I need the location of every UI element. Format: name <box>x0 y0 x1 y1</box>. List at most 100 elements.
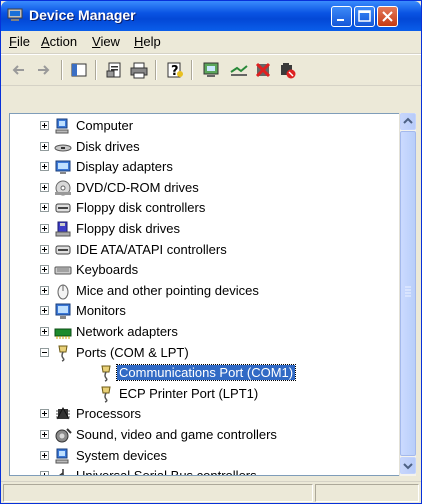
expand-plus-icon[interactable] <box>40 182 49 192</box>
expand-plus-icon[interactable] <box>40 306 49 316</box>
title-bar[interactable]: Device Manager <box>1 1 421 31</box>
expand-plus-icon[interactable] <box>40 265 49 275</box>
scroll-up-button[interactable] <box>400 113 416 130</box>
port-icon <box>101 386 111 403</box>
scan-hardware-icon[interactable] <box>201 60 221 80</box>
tree-item[interactable]: Sound, video and game controllers <box>10 425 400 445</box>
disable-icon[interactable] <box>277 60 297 80</box>
tree-item[interactable]: Monitors <box>10 301 400 321</box>
tree-item-label[interactable]: Mice and other pointing devices <box>76 283 259 298</box>
tree-item[interactable]: Network adapters <box>10 322 400 342</box>
tree-item[interactable]: Display adapters <box>10 157 400 177</box>
tree-item-label[interactable]: Computer <box>76 118 133 133</box>
show-hide-console-tree-icon[interactable] <box>69 60 89 80</box>
display-adapter-icon <box>55 160 71 175</box>
svg-text:?: ? <box>171 64 179 79</box>
toolbar-separator <box>191 60 193 80</box>
expand-plus-icon[interactable] <box>40 121 49 130</box>
tree-item[interactable]: Disk drives <box>10 137 400 157</box>
monitor-icon <box>55 303 71 320</box>
expand-plus-icon[interactable] <box>40 162 49 172</box>
tree-item[interactable]: Computer <box>10 116 400 136</box>
tree-item-label[interactable]: IDE ATA/ATAPI controllers <box>76 242 227 257</box>
print-icon[interactable] <box>129 60 149 80</box>
tree-item-label[interactable]: System devices <box>76 448 167 463</box>
scroll-down-button[interactable] <box>400 457 416 474</box>
tree-item-label[interactable]: Processors <box>76 406 141 421</box>
tree-item[interactable]: IDE ATA/ATAPI controllers <box>10 240 400 260</box>
window-title: Device Manager <box>29 7 136 23</box>
tree-item-label[interactable]: Disk drives <box>76 139 140 154</box>
menu-view[interactable]: View <box>92 34 120 49</box>
expand-plus-icon[interactable] <box>40 450 49 460</box>
collapse-minus-icon[interactable] <box>40 347 49 357</box>
help-icon[interactable]: ? <box>165 60 185 80</box>
tree-item[interactable]: Floppy disk drives <box>10 219 400 239</box>
tree-item[interactable]: Keyboards <box>10 260 400 280</box>
grip-icon <box>405 286 411 297</box>
expand-plus-icon[interactable] <box>40 409 49 419</box>
uninstall-icon[interactable] <box>253 60 273 80</box>
tree-item-label[interactable]: Communications Port (COM1) <box>115 364 297 382</box>
tree-item-label[interactable]: Ports (COM & LPT) <box>76 345 189 360</box>
toolbar: ? <box>1 54 421 86</box>
forward-arrow-icon[interactable] <box>33 60 53 80</box>
controller-icon <box>55 203 71 213</box>
chevron-up-icon <box>403 117 413 124</box>
minimize-button[interactable] <box>331 6 352 27</box>
expand-plus-icon[interactable] <box>40 471 49 475</box>
toolbar-separator <box>61 60 63 80</box>
tree-item[interactable]: ECP Printer Port (LPT1) <box>10 384 400 404</box>
menu-file-accel: F <box>9 34 17 49</box>
menu-action[interactable]: Action <box>41 34 77 49</box>
tree-item-label[interactable]: Floppy disk drives <box>76 221 180 236</box>
expand-plus-icon[interactable] <box>40 244 49 254</box>
chevron-down-icon <box>403 463 413 470</box>
maximize-icon <box>358 10 371 22</box>
properties-icon[interactable] <box>105 60 125 80</box>
tree-item-label[interactable]: DVD/CD-ROM drives <box>76 180 199 195</box>
tree-item[interactable]: Processors <box>10 404 400 424</box>
tree-item-label[interactable]: Network adapters <box>76 324 178 339</box>
menu-help[interactable]: Help <box>134 34 161 49</box>
tree-item-label[interactable]: Floppy disk controllers <box>76 200 205 215</box>
expand-plus-icon[interactable] <box>40 327 49 336</box>
controller-icon <box>55 245 71 255</box>
tree-item[interactable]: Ports (COM & LPT) <box>10 343 400 363</box>
menu-file[interactable]: File <box>9 34 30 49</box>
device-tree[interactable]: Computer Disk drives Display adapters DVD/C… <box>9 113 404 476</box>
disk-drive-icon <box>54 144 72 152</box>
tree-item-label[interactable]: Keyboards <box>76 262 138 277</box>
tree-item[interactable]: Communications Port (COM1) <box>10 363 400 383</box>
expand-plus-icon[interactable] <box>40 224 49 233</box>
menu-action-label: ction <box>49 34 78 49</box>
tree-item-label[interactable]: Universal Serial Bus controllers <box>76 468 257 475</box>
scrollbar-thumb[interactable] <box>400 131 416 456</box>
floppy-icon <box>55 221 71 237</box>
expand-plus-icon[interactable] <box>40 430 49 439</box>
status-pane-secondary <box>315 484 419 502</box>
device-manager-icon <box>7 8 23 21</box>
vertical-scrollbar[interactable] <box>399 113 416 476</box>
tree-item-label[interactable]: Monitors <box>76 303 126 318</box>
sound-icon <box>55 428 72 443</box>
tree-item[interactable]: Universal Serial Bus controllers <box>10 466 400 475</box>
maximize-button[interactable] <box>354 6 375 27</box>
tree-item-label[interactable]: Sound, video and game controllers <box>76 427 277 442</box>
tree-item[interactable]: Floppy disk controllers <box>10 198 400 218</box>
menu-action-accel: A <box>41 34 50 49</box>
close-button[interactable] <box>377 6 398 27</box>
tree-item[interactable]: System devices <box>10 446 400 466</box>
back-arrow-icon[interactable] <box>9 60 29 80</box>
update-driver-icon[interactable] <box>229 60 249 80</box>
tree-item[interactable]: DVD/CD-ROM drives <box>10 178 400 198</box>
minimize-icon <box>337 19 344 21</box>
tree-item-label[interactable]: Display adapters <box>76 159 173 174</box>
device-manager-window: Device Manager File Action View Help ? C… <box>0 0 422 504</box>
tree-item[interactable]: Mice and other pointing devices <box>10 281 400 301</box>
expand-plus-icon[interactable] <box>40 141 49 151</box>
menu-bar: File Action View Help <box>1 31 421 54</box>
tree-item-label[interactable]: ECP Printer Port (LPT1) <box>119 386 258 401</box>
expand-plus-icon[interactable] <box>40 203 49 213</box>
expand-plus-icon[interactable] <box>40 285 49 295</box>
